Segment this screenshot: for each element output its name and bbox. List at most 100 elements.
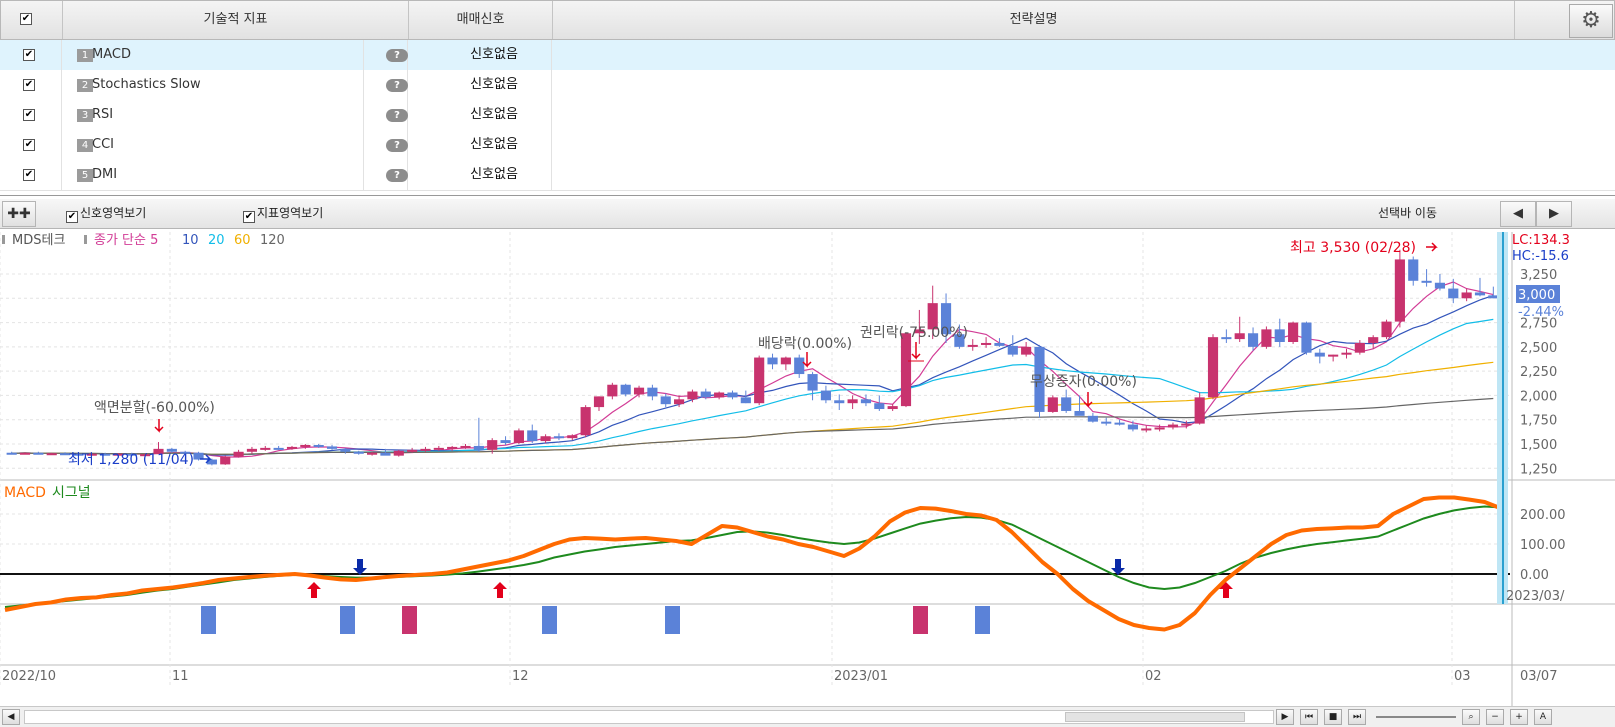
scroll-thumb[interactable] bbox=[1065, 712, 1245, 722]
table-row[interactable]: ✔ 2 Stochastics Slow? 신호없음 bbox=[0, 70, 1615, 101]
indicator-name: DMI bbox=[92, 167, 118, 182]
minus-icon: − bbox=[1491, 712, 1499, 722]
indicator-name: Stochastics Slow bbox=[92, 77, 201, 92]
candle-body bbox=[727, 392, 738, 398]
add-indicator-button[interactable]: ✚✚ bbox=[2, 201, 36, 227]
zoom-reset-button[interactable]: ⌕ bbox=[1462, 709, 1480, 725]
row-checkbox[interactable]: ✔ bbox=[23, 139, 35, 151]
candle-body bbox=[1448, 288, 1459, 299]
stock-chart[interactable]: MDS테크 종가 단순 5 10 20 60 120 액면분할(-60.00%) 배당락(0.… bbox=[0, 232, 1615, 706]
scroll-left-button[interactable]: ◀ bbox=[2, 709, 20, 725]
row-checkbox[interactable]: ✔ bbox=[23, 109, 35, 121]
header-checkbox-cell: ✔ bbox=[1, 1, 63, 39]
table-header: ✔ 기술적 지표 매매신호 전략설명 ⚙ bbox=[0, 0, 1615, 40]
candle-body bbox=[847, 399, 858, 404]
candle-body bbox=[1368, 337, 1379, 343]
zoom-out-button[interactable]: − bbox=[1486, 709, 1504, 725]
table-row[interactable]: ✔ 5 DMI? 신호없음 bbox=[0, 160, 1615, 191]
zoom-icon: ⌕ bbox=[1468, 712, 1474, 722]
candle-body bbox=[700, 391, 711, 398]
down-arrow-icon bbox=[154, 419, 164, 433]
candle-body bbox=[887, 406, 898, 410]
indicator-name: CCI bbox=[92, 137, 114, 152]
cursor-date-label: 2023/03/ bbox=[1506, 589, 1565, 604]
moving-averages bbox=[11, 281, 1494, 458]
x-tick-label: 2023/01 bbox=[834, 669, 888, 684]
candle-body bbox=[1328, 354, 1339, 357]
move-select-bar-label: 선택바 이동 bbox=[1378, 206, 1438, 220]
rewind-button[interactable]: ⏮ bbox=[1300, 709, 1318, 725]
signal-status: 신호없음 bbox=[470, 47, 518, 62]
next-button[interactable]: ▶ bbox=[1536, 201, 1572, 227]
signal-markers bbox=[201, 559, 1233, 634]
candle-body bbox=[1127, 424, 1138, 430]
help-icon[interactable]: ? bbox=[386, 139, 408, 152]
show-indicator-area-checkbox[interactable]: ✔ bbox=[243, 211, 255, 223]
help-icon[interactable]: ? bbox=[386, 79, 408, 92]
header-description: 전략설명 bbox=[553, 1, 1515, 39]
help-icon[interactable]: ? bbox=[386, 169, 408, 182]
row-checkbox-cell: ✔ bbox=[0, 160, 62, 190]
prev-button[interactable]: ◀ bbox=[1500, 201, 1536, 227]
candle-body bbox=[1408, 259, 1419, 281]
lc-label: LC:134.3 bbox=[1512, 233, 1570, 248]
candle-body bbox=[593, 396, 605, 408]
candle-body bbox=[567, 435, 578, 439]
candle-body bbox=[500, 440, 511, 444]
candle-body bbox=[1221, 337, 1232, 340]
header-indicator: 기술적 지표 bbox=[63, 1, 409, 39]
macd-tick-label: 200.00 bbox=[1520, 508, 1566, 523]
ma60-legend: 60 bbox=[234, 233, 251, 248]
row-checkbox[interactable]: ✔ bbox=[23, 79, 35, 91]
candle-body bbox=[1394, 259, 1405, 322]
candle-body bbox=[553, 436, 565, 439]
auto-scale-button[interactable]: A bbox=[1534, 709, 1552, 725]
table-row[interactable]: ✔ 4 CCI? 신호없음 bbox=[0, 130, 1615, 161]
zoom-slider[interactable] bbox=[1376, 716, 1456, 718]
indicator-number-badge: 1 bbox=[77, 49, 93, 62]
chart-scrollbar[interactable]: ◀ ▶ ⏮ ■ ⏭ ⌕ − + A bbox=[0, 706, 1615, 727]
select-all-checkbox[interactable]: ✔ bbox=[20, 13, 32, 25]
candle-body bbox=[447, 446, 458, 449]
triangle-left-icon: ◀ bbox=[7, 712, 15, 722]
candle-body bbox=[1274, 329, 1285, 342]
current-price-label: 3,000 bbox=[1518, 288, 1555, 303]
candle-body bbox=[1087, 415, 1098, 422]
macd-panel bbox=[4, 495, 1501, 632]
candle-body bbox=[1461, 292, 1472, 299]
macd-tick-label: 0.00 bbox=[1520, 568, 1549, 583]
stop-button[interactable]: ■ bbox=[1324, 709, 1342, 725]
indicator-number-badge: 2 bbox=[77, 79, 93, 92]
row-checkbox[interactable]: ✔ bbox=[23, 169, 35, 181]
table-row[interactable]: ✔ 3 RSI? 신호없음 bbox=[0, 100, 1615, 131]
x-tick-label: 11 bbox=[172, 669, 189, 684]
help-icon[interactable]: ? bbox=[386, 109, 408, 122]
scroll-track[interactable] bbox=[24, 710, 1274, 724]
row-checkbox-cell: ✔ bbox=[0, 70, 62, 100]
macd-legend: MACD bbox=[4, 485, 46, 501]
indicator-number-badge: 3 bbox=[77, 109, 93, 122]
signal-status: 신호없음 bbox=[470, 77, 518, 92]
scroll-right-button[interactable]: ▶ bbox=[1276, 709, 1294, 725]
show-signal-area-checkbox[interactable]: ✔ bbox=[66, 211, 78, 223]
candle-body bbox=[780, 357, 791, 365]
row-checkbox[interactable]: ✔ bbox=[23, 49, 35, 61]
candle-body bbox=[687, 391, 698, 400]
candle-body bbox=[1207, 337, 1219, 398]
triangle-left-icon: ◀ bbox=[1513, 206, 1523, 221]
help-icon[interactable]: ? bbox=[386, 49, 408, 62]
macd-tick-label: 100.00 bbox=[1520, 538, 1566, 553]
fast-forward-button[interactable]: ⏭ bbox=[1348, 709, 1366, 725]
table-row[interactable]: ✔ 1 MACD? 신호없음 bbox=[0, 40, 1615, 71]
candle-body bbox=[714, 392, 725, 398]
show-signal-area-toggle[interactable]: ✔ 신호영역보기 bbox=[66, 206, 146, 223]
candle-body bbox=[1301, 322, 1312, 353]
candle-body bbox=[407, 449, 418, 452]
indicator-table: ✔ 기술적 지표 매매신호 전략설명 ⚙ ✔ 1 MACD? 신호없음 ✔ 2 Stocha… bbox=[0, 0, 1615, 196]
row-checkbox-cell: ✔ bbox=[0, 40, 62, 70]
settings-button[interactable]: ⚙ bbox=[1569, 4, 1613, 38]
indicator-number-badge: 4 bbox=[77, 139, 93, 152]
candle-body bbox=[1288, 322, 1299, 342]
zoom-in-button[interactable]: + bbox=[1510, 709, 1528, 725]
show-indicator-area-toggle[interactable]: ✔ 지표영역보기 bbox=[243, 206, 323, 223]
